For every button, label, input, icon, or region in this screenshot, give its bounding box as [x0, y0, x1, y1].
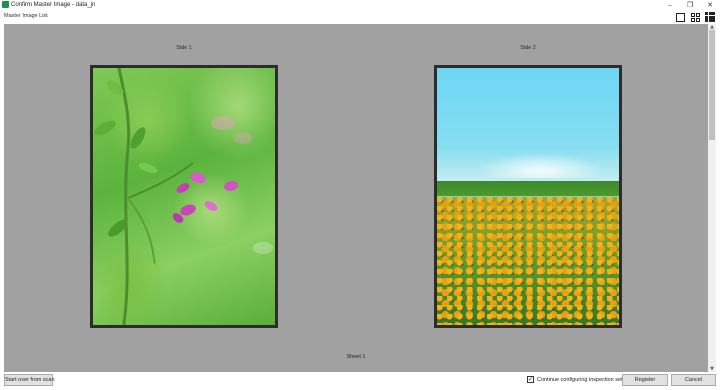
close-button[interactable]: ✕ — [700, 0, 720, 10]
window-title: Confirm Master Image - data_jn — [11, 2, 96, 8]
four-grid-view-icon[interactable] — [689, 11, 701, 23]
side-1-label: Side 1 — [176, 45, 192, 51]
continue-configuring-label: Continue configuring inspection settings — [537, 376, 635, 383]
side-1-image[interactable] — [90, 65, 278, 328]
scrollbar-thumb[interactable] — [709, 30, 715, 140]
restore-button[interactable]: ❐ — [680, 0, 700, 10]
side-2-image[interactable] — [434, 65, 622, 328]
cancel-button[interactable]: Cancel — [671, 374, 716, 386]
footer-bar: Start over from scan ✓ Continue configur… — [0, 372, 720, 390]
cloud-region — [477, 152, 605, 179]
sunflower-field — [437, 196, 619, 325]
continue-configuring-checkbox[interactable]: ✓ — [527, 376, 534, 383]
sheet-label: Sheet 1 — [346, 354, 366, 360]
flower-plant-illustration — [94, 68, 273, 325]
start-over-button[interactable]: Start over from scan — [4, 374, 55, 386]
continue-configuring-checkbox-group[interactable]: ✓ Continue configuring inspection settin… — [527, 376, 634, 383]
register-button[interactable]: Register — [622, 374, 668, 386]
app-icon — [2, 1, 9, 8]
title-bar: Confirm Master Image - data_jn – ❐ ✕ — [0, 0, 720, 10]
minimize-button[interactable]: – — [660, 0, 680, 10]
master-image-list-header: Master Image List — [0, 10, 720, 24]
side-2-label: Side 2 — [520, 45, 536, 51]
horizon-region — [437, 181, 619, 197]
nine-grid-view-icon[interactable] — [704, 11, 716, 23]
image-viewer-canvas: Side 1 Side 2 Sheet 1 — [4, 24, 708, 372]
single-view-icon[interactable] — [674, 11, 686, 23]
master-image-list-label: Master Image List — [4, 13, 48, 19]
